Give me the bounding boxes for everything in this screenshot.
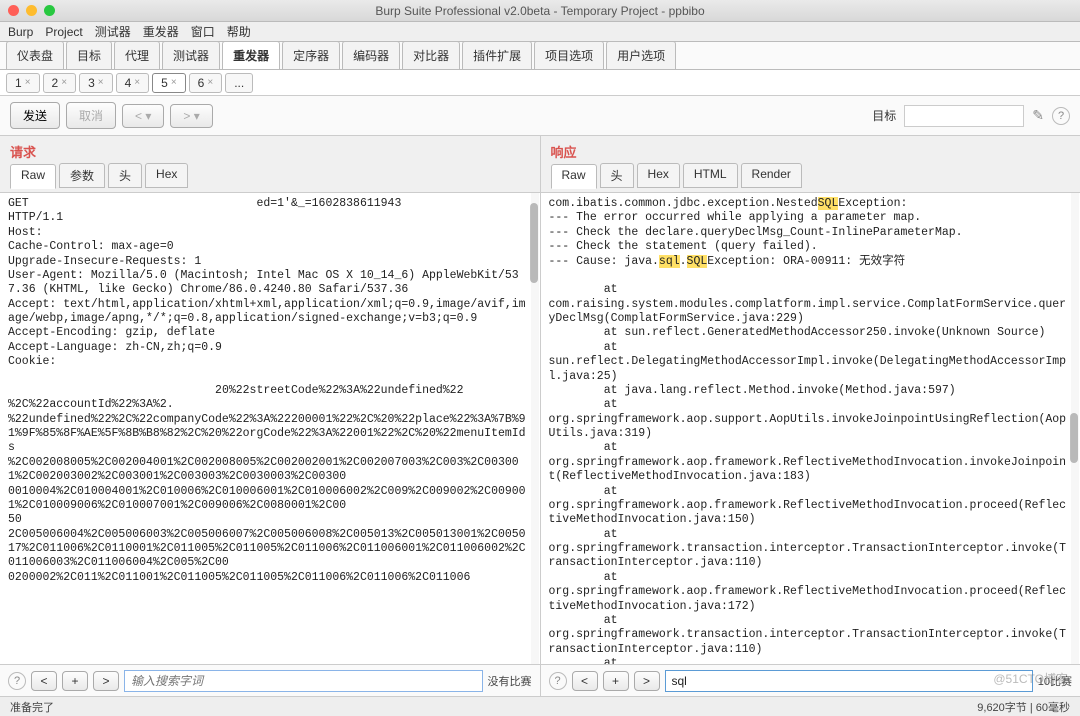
tool-tabs: 仪表盘 目标 代理 测试器 重发器 定序器 编码器 对比器 插件扩展 项目选项 …: [0, 42, 1080, 70]
repeater-tab-2[interactable]: 2 ×: [43, 73, 77, 93]
response-body[interactable]: com.ibatis.common.jdbc.exception.NestedS…: [541, 193, 1080, 664]
request-tab-hex[interactable]: Hex: [145, 163, 188, 188]
tab-intruder[interactable]: 测试器: [162, 41, 220, 69]
request-panel: 请求 Raw 参数 头 Hex GET ed=1'&_=160283861194…: [0, 136, 541, 696]
close-tab-icon[interactable]: ×: [207, 77, 213, 88]
tab-extender[interactable]: 插件扩展: [462, 41, 532, 69]
tab-decoder[interactable]: 编码器: [342, 41, 400, 69]
request-search-input[interactable]: [124, 670, 483, 692]
response-view-tabs: Raw 头 Hex HTML Render: [541, 163, 1080, 193]
repeater-tab-5[interactable]: 5 ×: [152, 73, 186, 93]
response-tab-headers[interactable]: 头: [600, 163, 634, 188]
titlebar: Burp Suite Professional v2.0beta - Tempo…: [0, 0, 1080, 22]
response-search-next[interactable]: >: [634, 671, 660, 691]
send-button[interactable]: 发送: [10, 102, 60, 129]
response-scrollbar[interactable]: [1071, 193, 1079, 664]
response-search-prev[interactable]: <: [572, 671, 598, 691]
edit-target-icon[interactable]: ✎: [1032, 107, 1044, 124]
response-panel: 响应 Raw 头 Hex HTML Render com.ibatis.comm…: [541, 136, 1080, 696]
status-left: 准备完了: [10, 699, 54, 715]
close-tab-icon[interactable]: ×: [61, 77, 67, 88]
status-right: 9,620字节 | 60毫秒: [977, 699, 1070, 715]
close-tab-icon[interactable]: ×: [25, 77, 31, 88]
menu-burp[interactable]: Burp: [8, 25, 33, 39]
response-title: 响应: [541, 136, 1080, 163]
tab-projopts[interactable]: 项目选项: [534, 41, 604, 69]
tab-dashboard[interactable]: 仪表盘: [6, 41, 64, 69]
window-title: Burp Suite Professional v2.0beta - Tempo…: [0, 4, 1080, 18]
panels: 请求 Raw 参数 头 Hex GET ed=1'&_=160283861194…: [0, 136, 1080, 696]
tab-proxy[interactable]: 代理: [114, 41, 160, 69]
history-next-button[interactable]: > ▾: [170, 104, 212, 128]
request-tab-raw[interactable]: Raw: [10, 164, 56, 189]
request-tab-headers[interactable]: 头: [108, 163, 142, 188]
tab-useropts[interactable]: 用户选项: [606, 41, 676, 69]
response-tab-html[interactable]: HTML: [683, 163, 738, 188]
response-search-help-icon[interactable]: ?: [549, 672, 567, 690]
close-tab-icon[interactable]: ×: [98, 77, 104, 88]
repeater-tab-...[interactable]: ...: [225, 73, 253, 93]
watermark: @51CTO博客: [993, 670, 1068, 687]
menu-window[interactable]: 窗口: [191, 23, 215, 40]
response-tab-hex[interactable]: Hex: [637, 163, 680, 188]
close-tab-icon[interactable]: ×: [171, 77, 177, 88]
request-view-tabs: Raw 参数 头 Hex: [0, 163, 540, 193]
request-search-row: ? < + > 没有比赛: [0, 664, 540, 696]
repeater-tab-6[interactable]: 6 ×: [189, 73, 223, 93]
request-search-help-icon[interactable]: ?: [8, 672, 26, 690]
repeater-tab-4[interactable]: 4 ×: [116, 73, 150, 93]
menu-repeater[interactable]: 重发器: [143, 23, 179, 40]
menubar: Burp Project 测试器 重发器 窗口 帮助: [0, 22, 1080, 42]
menu-tester[interactable]: 测试器: [95, 23, 131, 40]
target-field[interactable]: [904, 105, 1024, 127]
menu-help[interactable]: 帮助: [227, 23, 251, 40]
repeater-tab-3[interactable]: 3 ×: [79, 73, 113, 93]
repeater-toolbar: 发送 取消 < ▾ > ▾ 目标 ✎ ?: [0, 96, 1080, 136]
request-search-matches: 没有比赛: [488, 673, 532, 689]
history-prev-button[interactable]: < ▾: [122, 104, 164, 128]
request-scrollbar[interactable]: [531, 193, 539, 664]
request-search-next[interactable]: >: [93, 671, 119, 691]
response-tab-raw[interactable]: Raw: [551, 164, 597, 189]
response-search-add[interactable]: +: [603, 671, 629, 691]
repeater-tab-1[interactable]: 1 ×: [6, 73, 40, 93]
response-search-input[interactable]: [665, 670, 1033, 692]
repeater-subtabs: 1 ×2 ×3 ×4 ×5 ×6 ×...: [0, 70, 1080, 96]
statusbar: 准备完了 9,620字节 | 60毫秒: [0, 696, 1080, 716]
request-search-add[interactable]: +: [62, 671, 88, 691]
tab-sequencer[interactable]: 定序器: [282, 41, 340, 69]
request-body[interactable]: GET ed=1'&_=1602838611943 HTTP/1.1 Host:…: [0, 193, 540, 664]
tab-repeater[interactable]: 重发器: [222, 41, 280, 69]
target-label: 目标: [872, 107, 896, 124]
tab-comparer[interactable]: 对比器: [402, 41, 460, 69]
close-tab-icon[interactable]: ×: [134, 77, 140, 88]
response-tab-render[interactable]: Render: [741, 163, 802, 188]
request-tab-params[interactable]: 参数: [59, 163, 105, 188]
help-icon[interactable]: ?: [1052, 107, 1070, 125]
menu-project[interactable]: Project: [45, 25, 82, 39]
tab-target[interactable]: 目标: [66, 41, 112, 69]
request-title: 请求: [0, 136, 540, 163]
request-search-prev[interactable]: <: [31, 671, 57, 691]
cancel-button[interactable]: 取消: [66, 102, 116, 129]
